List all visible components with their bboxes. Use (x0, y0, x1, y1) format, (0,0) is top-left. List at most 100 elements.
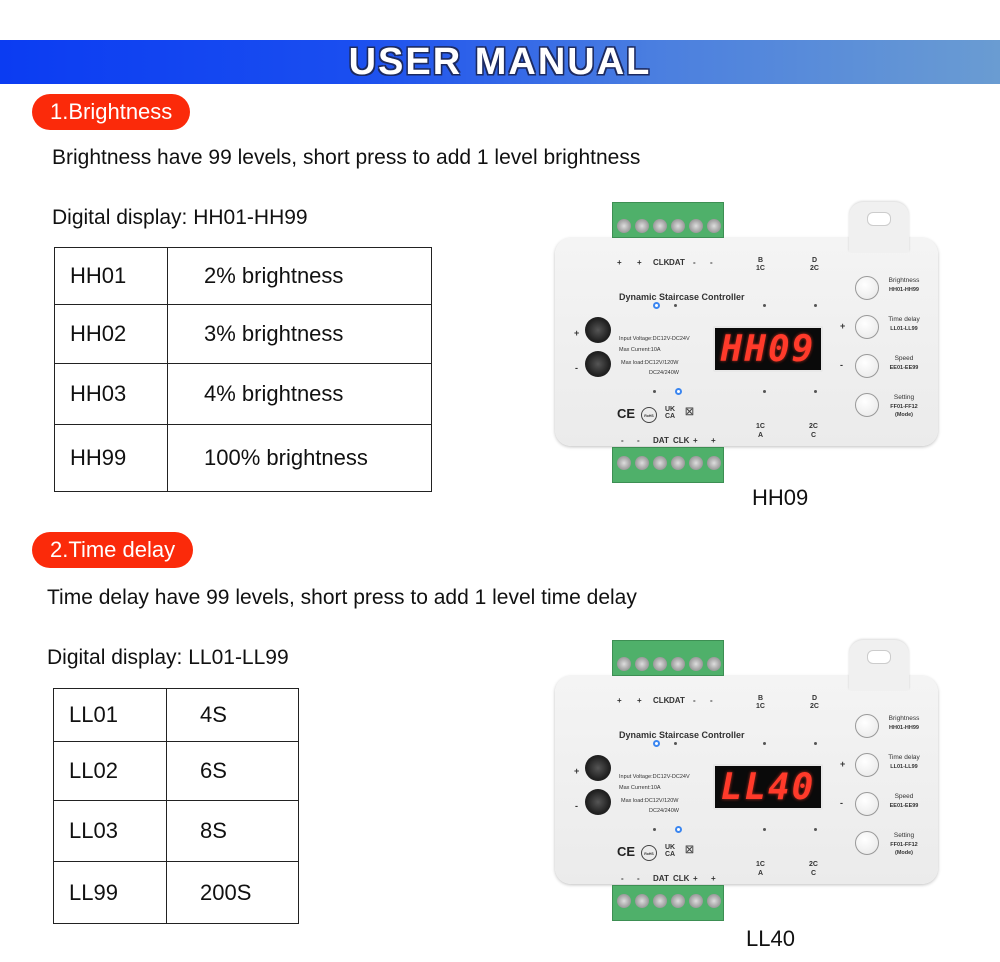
mode-button-brightness[interactable] (855, 276, 879, 300)
mode-button-time-delay[interactable] (855, 315, 879, 339)
indicator-dot (653, 390, 656, 393)
terminal-label: DAT (653, 874, 669, 883)
status-led (675, 388, 682, 395)
power-plus-label: + (574, 328, 580, 338)
terminal-label: CLK (673, 874, 690, 883)
mode-button-time-delay[interactable] (855, 753, 879, 777)
header-banner: USER MANUAL (0, 40, 1000, 84)
mode-button-brightness[interactable] (855, 714, 879, 738)
table-row: HH01 2% brightness (54, 247, 432, 305)
ukca-icon: UK CA (664, 844, 676, 858)
terminal-label: + (711, 436, 716, 445)
button-side-sign: + (840, 321, 846, 331)
screw-icon (671, 657, 685, 671)
table-cell-value: 3% brightness (167, 304, 432, 364)
terminal-label: - (621, 436, 624, 445)
mounting-tab (849, 202, 909, 252)
table-cell-code: HH02 (54, 304, 168, 364)
mode-button-setting[interactable] (855, 393, 879, 417)
time-delay-display-range: Digital display: LL01-LL99 (47, 646, 289, 669)
digital-display: HH09 (713, 326, 823, 372)
table-cell-code: HH01 (54, 247, 168, 305)
button-side-sign: + (840, 759, 846, 769)
screw-icon (635, 894, 649, 908)
rohs-icon: RoHS (641, 845, 657, 861)
spec-text: Max Current:10A (619, 785, 661, 791)
button-range: FF01-FF12 (890, 404, 918, 410)
button-range: EE01-EE99 (889, 803, 919, 809)
port-label: D (812, 695, 818, 702)
section-heading-brightness: 1.Brightness (32, 94, 191, 130)
top-terminal-block (612, 202, 724, 238)
mounting-hole (867, 650, 891, 664)
indicator-dot (763, 742, 766, 745)
terminal-label: - (710, 696, 713, 705)
mode-button-speed[interactable] (855, 792, 879, 816)
screw-icon (617, 456, 631, 470)
spec-text: DC24/240W (649, 370, 679, 376)
table-cell-value: 200S (166, 861, 299, 924)
power-knob-icon (585, 755, 611, 781)
screw-icon (653, 657, 667, 671)
indicator-dot (763, 390, 766, 393)
screw-icon (635, 456, 649, 470)
section-heading-time-delay: 2.Time delay (32, 532, 194, 568)
device-caption: HH09 (752, 485, 809, 510)
screw-icon (635, 657, 649, 671)
spec-text: Max Current:10A (619, 347, 661, 353)
button-range: FF01-FF12 (890, 842, 918, 848)
power-minus-label: - (575, 801, 578, 811)
screw-icon (689, 657, 703, 671)
indicator-dot (674, 304, 677, 307)
spec-text: DC24/240W (649, 808, 679, 814)
port-label: A (758, 432, 764, 439)
spec-text: Max load:DC12V/120W (621, 360, 679, 366)
table-row: HH03 4% brightness (54, 363, 432, 425)
terminal-label: CLK (673, 436, 690, 445)
ukca-icon: UK CA (664, 406, 676, 420)
button-range: EE01-EE99 (889, 365, 919, 371)
table-cell-value: 6S (166, 741, 299, 801)
table-row: LL99 200S (53, 861, 299, 924)
terminal-label: DAT (669, 258, 685, 267)
screw-icon (671, 456, 685, 470)
status-led (675, 826, 682, 833)
table-cell-code: LL03 (53, 800, 167, 862)
port-label: 2C (810, 265, 819, 272)
button-label: Setting (893, 832, 915, 839)
indicator-dot (814, 390, 817, 393)
screw-icon (617, 219, 631, 233)
mounting-tab (849, 640, 909, 690)
screw-icon (671, 219, 685, 233)
top-terminal-block (612, 640, 724, 676)
terminal-label: - (693, 696, 696, 705)
table-row: LL01 4S (53, 688, 299, 742)
terminal-label: - (693, 258, 696, 267)
port-label: B (758, 257, 764, 264)
terminal-label: CLK (653, 258, 670, 267)
screw-icon (689, 219, 703, 233)
table-cell-value: 4S (166, 688, 299, 742)
port-label: 1C (756, 703, 765, 710)
table-cell-code: HH03 (54, 363, 168, 425)
button-extra: (Mode) (894, 850, 914, 856)
mode-button-setting[interactable] (855, 831, 879, 855)
button-label: Speed (894, 355, 914, 362)
bottom-terminal-block (612, 447, 724, 483)
device-title: Dynamic Staircase Controller (619, 730, 745, 740)
table-cell-value: 8S (166, 800, 299, 862)
indicator-dot (763, 828, 766, 831)
port-label: A (758, 870, 764, 877)
button-range: LL01-LL99 (890, 764, 918, 770)
port-label: D (812, 257, 818, 264)
table-cell-code: LL02 (53, 741, 167, 801)
spec-text: Max load:DC12V/120W (621, 798, 679, 804)
port-label: 2C (809, 423, 818, 430)
power-knob-icon (585, 351, 611, 377)
indicator-dot (814, 828, 817, 831)
mode-button-speed[interactable] (855, 354, 879, 378)
controller-device-image: + + CLK DAT - - B 1C D 2C Dynamic Staircase Contro… (555, 638, 940, 923)
bottom-terminal-block (612, 885, 724, 921)
screw-icon (689, 456, 703, 470)
screw-icon (707, 219, 721, 233)
